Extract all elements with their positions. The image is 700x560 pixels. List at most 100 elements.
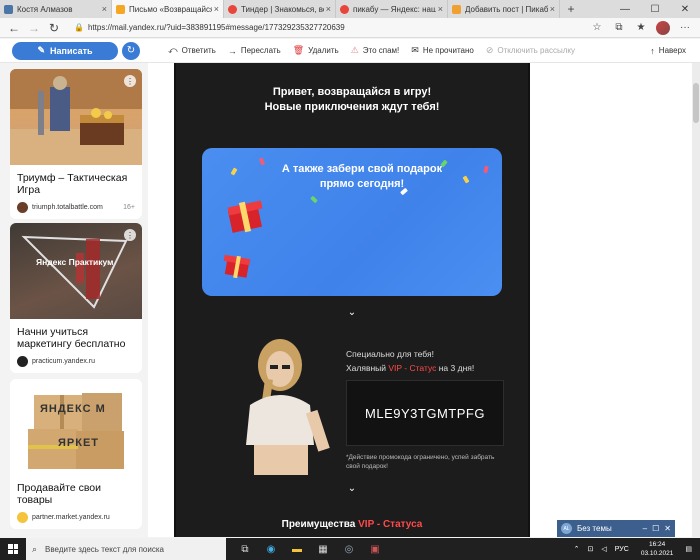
close-window-icon[interactable]: ✕ (670, 0, 700, 18)
expand-chat-icon[interactable]: ☐ (652, 524, 659, 533)
refresh-button[interactable]: ↻ (122, 41, 140, 60)
clock-time: 16:24 (648, 541, 666, 548)
confetti (310, 195, 318, 204)
pikabu-favicon-icon (452, 4, 461, 14)
close-chat-icon[interactable]: ✕ (664, 524, 671, 533)
promo-note: *Действие промокода ограничено, успей за… (346, 454, 495, 470)
benefits-prefix: Преимущества (281, 519, 359, 530)
delete-button[interactable]: 🗑 Удалить (293, 45, 339, 56)
favorites-icon[interactable]: ☆ (586, 22, 608, 33)
start-button[interactable] (0, 538, 26, 560)
ad-title: Продавайте свои товары (17, 482, 101, 506)
mail-favicon-icon (116, 4, 125, 14)
browser-tab-2[interactable]: Тиндер | Знакомься, встр × (224, 0, 336, 18)
reply-label: Ответить (181, 46, 216, 55)
gift-title-line-2: прямо сегодня! (319, 178, 405, 190)
ad-image-text: Яндекс Практикум (36, 257, 114, 267)
chat-label: Без темы (577, 524, 612, 533)
reload-icon[interactable]: ↻ (44, 19, 64, 37)
page-scrollbar[interactable] (692, 63, 700, 537)
maximize-icon[interactable]: ☐ (640, 0, 670, 18)
spam-icon: ⚠ (350, 45, 359, 55)
ad-card-triumph[interactable]: ⋮ Триумф – Тактическая Игра triumph.tota… (10, 69, 142, 219)
browser-tab-3[interactable]: пикабу — Яндекс: нашло × (336, 0, 448, 18)
forward-icon[interactable]: → (24, 19, 44, 37)
vip-offer-text: Халявный VIP - Статус на 3 дня! (346, 363, 474, 373)
tab-label: Костя Алмазов (17, 4, 73, 14)
more-menu-icon[interactable]: ··· (674, 22, 696, 33)
favorites-bar-icon[interactable]: ★ (630, 22, 652, 33)
reply-button[interactable]: ⤺ Ответить (168, 45, 216, 56)
pen-icon: ✎ (37, 45, 45, 55)
greeting: Привет, возвращайся в игру! Новые приклю… (174, 85, 530, 115)
language-indicator[interactable]: РУС (615, 546, 629, 553)
scrollbar-thumb[interactable] (693, 83, 699, 123)
ad-title: Триумф – Тактическая Игра (17, 172, 128, 196)
lock-icon: 🔒 (74, 23, 84, 32)
clock[interactable]: 16:24 03.10.2021 (637, 540, 678, 558)
ad-source-label: partner.market.yandex.ru (32, 514, 110, 521)
minimize-chat-icon[interactable]: – (643, 524, 647, 533)
close-tab-icon[interactable]: × (438, 4, 443, 14)
close-tab-icon[interactable]: × (214, 4, 219, 14)
close-tab-icon[interactable]: × (102, 4, 107, 14)
spam-button[interactable]: ⚠ Это спам! (351, 45, 400, 56)
new-tab-button[interactable]: + (560, 0, 582, 18)
ad-card-market[interactable]: ЯНДЕКС М ЯРКЕТ Продавайте свои товары pa… (10, 379, 142, 529)
search-placeholder: Введите здесь текст для поиска (45, 544, 164, 554)
steam-icon[interactable]: ◎ (336, 538, 362, 560)
unsubscribe-button[interactable]: ⊘ Отключить рассылку (486, 45, 575, 56)
minimize-icon[interactable]: — (610, 0, 640, 18)
browser-tab-0[interactable]: Костя Алмазов × (0, 0, 112, 18)
promo-code[interactable]: MLE9Y3TGMTPFG (346, 380, 504, 446)
age-rating: 16+ (123, 204, 135, 211)
compose-button[interactable]: ✎ Написать (12, 41, 118, 60)
tab-label: пикабу — Яндекс: нашло (353, 4, 436, 14)
ad-source-label: triumph.totalbattle.com (32, 204, 103, 211)
email-body: Привет, возвращайся в игру! Новые приклю… (174, 63, 530, 537)
source-logo-icon (17, 202, 28, 213)
edge-icon[interactable]: ◉ (258, 538, 284, 560)
forward-button[interactable]: → Переслать (228, 46, 281, 56)
back-icon[interactable]: ← (4, 19, 24, 37)
spam-label: Это спам! (362, 46, 400, 55)
ad-image-text-2: ЯРКЕТ (58, 437, 100, 449)
game-icon[interactable]: ▣ (362, 538, 388, 560)
chevron-down-icon: ⌄ (347, 307, 357, 318)
collections-icon[interactable]: ⧉ (608, 22, 630, 33)
task-view-icon[interactable]: ⧉ (232, 538, 258, 560)
source-logo-icon (17, 512, 28, 523)
vip-highlight: VIP - Статус (388, 363, 437, 373)
store-icon[interactable]: ▦ (310, 538, 336, 560)
explorer-icon[interactable]: ▬ (284, 538, 310, 560)
compose-label: Написать (50, 45, 93, 56)
gift-title: А также забери свой подарок прямо сегодн… (242, 162, 482, 192)
notifications-icon[interactable]: ▤ (685, 545, 692, 553)
scroll-top-button[interactable]: ↑ Наверх (650, 46, 686, 56)
browser-actions: ☆ ⧉ ★ ··· (586, 20, 696, 35)
more-options-icon[interactable]: ⋮ (124, 75, 136, 87)
profile-avatar[interactable] (652, 20, 674, 35)
browser-tab-1[interactable]: Письмо «Возвращайся в × (112, 0, 224, 18)
gift-banner: А также забери свой подарок прямо сегодн… (202, 148, 502, 296)
ad-card-practicum[interactable]: Яндекс Практикум ⋮ Начни учиться маркети… (10, 223, 142, 373)
address-bar: ← → ↻ 🔒 https://mail.yandex.ru/?uid=3838… (0, 18, 700, 38)
mark-unread-label: Не прочитано (422, 46, 474, 55)
close-tab-icon[interactable]: × (326, 4, 331, 14)
close-tab-icon[interactable]: × (550, 4, 555, 14)
ad-image: Яндекс Практикум ⋮ (10, 223, 142, 319)
volume-icon[interactable]: ◁ (601, 545, 606, 553)
browser-tab-4[interactable]: Добавить пост | Пикабу × (448, 0, 560, 18)
network-icon[interactable]: ⊡ (588, 545, 594, 553)
mark-unread-button[interactable]: ✉ Не прочитано (411, 45, 474, 56)
chat-widget[interactable]: AL Без темы – ☐ ✕ (557, 520, 675, 537)
tray-arrow-icon[interactable]: ⌃ (574, 545, 580, 553)
forward-label: Переслать (240, 46, 281, 55)
vip-prefix: Халявный (346, 363, 389, 373)
url-field[interactable]: 🔒 https://mail.yandex.ru/?uid=383891195#… (74, 20, 534, 36)
taskbar-search[interactable]: ⌕ Введите здесь текст для поиска (26, 538, 226, 560)
ad-source: triumph.totalbattle.com 16+ (10, 196, 142, 219)
mail-content: Привет, возвращайся в игру! Новые приклю… (148, 63, 700, 537)
yandex-favicon-icon (340, 4, 349, 14)
more-options-icon[interactable]: ⋮ (124, 229, 136, 241)
